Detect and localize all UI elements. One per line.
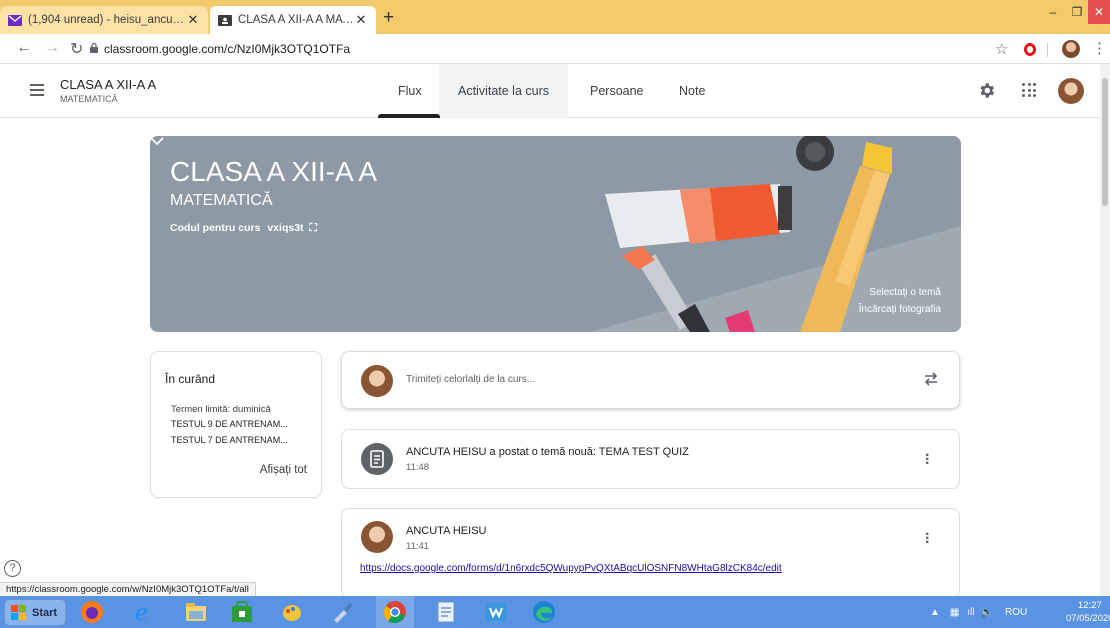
announcement-title[interactable]: ANCUTA HEISU a postat o temă nouă: TEMA … [406, 446, 689, 458]
avatar [361, 365, 393, 397]
assignment-icon [361, 443, 393, 475]
address-bar: ← → ↻ classroom.google.com/c/NzI0Mjk3OTQ… [0, 34, 1110, 64]
classroom-icon [218, 14, 232, 26]
class-code: Codul pentru curs vxiqs3t ⛶ [170, 222, 317, 235]
repost-icon[interactable] [922, 370, 940, 388]
clock[interactable]: 12:27 07/05/2020 [1066, 599, 1110, 625]
browser-tab-classroom[interactable]: CLASA A XII-A A MATEMATICĂ ✕ [210, 6, 376, 34]
whiteboard-icon[interactable] [484, 600, 508, 624]
upcoming-title: În curând [165, 372, 216, 386]
upcoming-item[interactable]: TESTUL 9 DE ANTRENAM... [171, 419, 288, 429]
windows-flag-icon [11, 604, 26, 620]
classroom-header: CLASA A XII-A A MATEMATICĂ Flux Activita… [0, 64, 1110, 118]
banner-title: CLASA A XII-A A [170, 156, 378, 187]
opera-icon[interactable] [1024, 43, 1036, 56]
more-options-icon[interactable]: · · · [925, 448, 930, 472]
announcement-card[interactable]: ANCUTA HEISU a postat o temă nouă: TEMA … [341, 429, 960, 489]
fullscreen-icon[interactable]: ⛶ [309, 222, 316, 234]
announcement-link[interactable]: https://docs.google.com/forms/d/1n6rxdc5… [360, 563, 782, 574]
paint-brush-icon[interactable] [330, 600, 354, 624]
toolbar-divider [1047, 43, 1048, 57]
hamburger-menu-icon[interactable] [30, 84, 44, 96]
select-theme-link[interactable]: Selectați o temă [869, 287, 941, 298]
bookmark-star-icon[interactable]: ☆ [995, 40, 1008, 58]
forward-arrow-icon[interactable]: → [44, 39, 60, 57]
reload-icon[interactable]: ↻ [70, 39, 83, 59]
post-placeholder[interactable]: Trimiteți celorlalți de la curs... [406, 374, 535, 385]
paint-icon[interactable] [280, 600, 304, 624]
class-code-label: Codul pentru curs [170, 222, 261, 234]
file-explorer-icon[interactable] [184, 600, 208, 624]
tab-persoane[interactable]: Persoane [590, 64, 644, 118]
start-button[interactable]: Start [4, 599, 66, 626]
internet-explorer-icon[interactable]: e [132, 600, 156, 624]
upcoming-item[interactable]: TESTUL 7 DE ANTRENAM... [171, 435, 288, 445]
lock-icon [90, 43, 98, 53]
scrollbar-thumb[interactable] [1102, 78, 1108, 206]
gear-icon[interactable] [977, 81, 996, 100]
google-apps-icon[interactable] [1022, 83, 1036, 97]
tab-label: Persoane [590, 84, 644, 98]
class-banner: CLASA A XII-A A MATEMATICĂ Codul pentru … [150, 136, 961, 332]
browser-profile-avatar[interactable] [1062, 40, 1080, 58]
class-title[interactable]: CLASA A XII-A A [60, 77, 156, 92]
announcement-author: ANCUTA HEISU [406, 525, 487, 537]
network-icon[interactable]: ▦ [950, 607, 959, 618]
system-tray: ▲ ▦ ıll 🔈 ROU [930, 596, 1027, 628]
edge-icon[interactable] [532, 600, 556, 624]
notepad-icon[interactable] [434, 600, 458, 624]
tab-label: Activitate la curs [458, 84, 550, 98]
browser-tab-mail[interactable]: (1,904 unread) - heisu_ancuta@y ✕ [0, 6, 208, 34]
clock-time: 12:27 [1077, 600, 1102, 611]
avatar [361, 521, 393, 553]
signal-icon[interactable]: ıll [967, 607, 974, 618]
tab-title: (1,904 unread) - heisu_ancuta@y [28, 14, 186, 26]
start-label: Start [32, 606, 58, 619]
volume-icon[interactable]: 🔈 [981, 607, 993, 618]
tab-note[interactable]: Note [679, 64, 705, 118]
class-subject: MATEMATICĂ [60, 94, 118, 104]
tab-label: Flux [398, 84, 422, 98]
taskbar: Start e ▲ ▦ ıll 🔈 ROU 12:27 07/05/2020 [0, 596, 1110, 628]
help-icon[interactable]: ? [4, 560, 21, 577]
upcoming-card: În curând Termen limită: duminică TESTUL… [150, 351, 322, 498]
url-input[interactable]: classroom.google.com/c/NzI0Mjk3OTQ1OTFa [104, 42, 350, 56]
restore-icon[interactable]: ❐ [1066, 0, 1088, 24]
share-post-box[interactable]: Trimiteți celorlalți de la curs... [341, 351, 960, 409]
mail-icon [8, 14, 22, 26]
tray-expand-icon[interactable]: ▲ [930, 607, 940, 618]
back-arrow-icon[interactable]: ← [16, 39, 32, 57]
close-tab-icon[interactable]: ✕ [186, 12, 200, 28]
upcoming-due: Termen limită: duminică [171, 404, 271, 415]
active-tab-indicator [378, 114, 440, 118]
clock-date: 07/05/2020 [1066, 613, 1110, 624]
tab-title: CLASA A XII-A A MATEMATICĂ [238, 14, 354, 26]
avatar[interactable] [1058, 78, 1084, 104]
tab-activitate-la-curs[interactable]: Activitate la curs [439, 64, 569, 118]
minimize-icon[interactable]: – [1040, 0, 1066, 24]
announcement-time: 11:41 [406, 541, 430, 552]
upload-photo-link[interactable]: Încărcați fotografia [859, 304, 941, 315]
chrome-icon[interactable] [383, 600, 407, 624]
announcement-card[interactable]: ANCUTA HEISU 11:41 · · · https://docs.goog… [341, 508, 960, 598]
browser-tab-bar: (1,904 unread) - heisu_ancuta@y ✕ CLASA … [0, 0, 1110, 34]
firefox-icon[interactable] [80, 600, 104, 624]
tab-flux[interactable]: Flux [398, 64, 422, 118]
class-code-value: vxiqs3t [267, 222, 304, 234]
announcement-time: 11:48 [406, 462, 430, 473]
store-icon[interactable] [230, 600, 254, 624]
language-indicator[interactable]: ROU [1005, 607, 1027, 618]
more-options-icon[interactable]: · · · [925, 527, 930, 551]
browser-menu-icon[interactable]: ⋮ [1092, 39, 1107, 57]
svg-text:e: e [135, 601, 148, 624]
view-all-link[interactable]: Afișați tot [260, 464, 307, 476]
banner-subtitle: MATEMATICĂ [170, 192, 273, 209]
close-tab-icon[interactable]: ✕ [354, 12, 368, 28]
new-tab-button[interactable]: + [383, 7, 394, 29]
window-close-icon[interactable]: ✕ [1088, 0, 1110, 24]
chevron-down-icon[interactable] [150, 136, 164, 146]
tab-label: Note [679, 84, 706, 98]
